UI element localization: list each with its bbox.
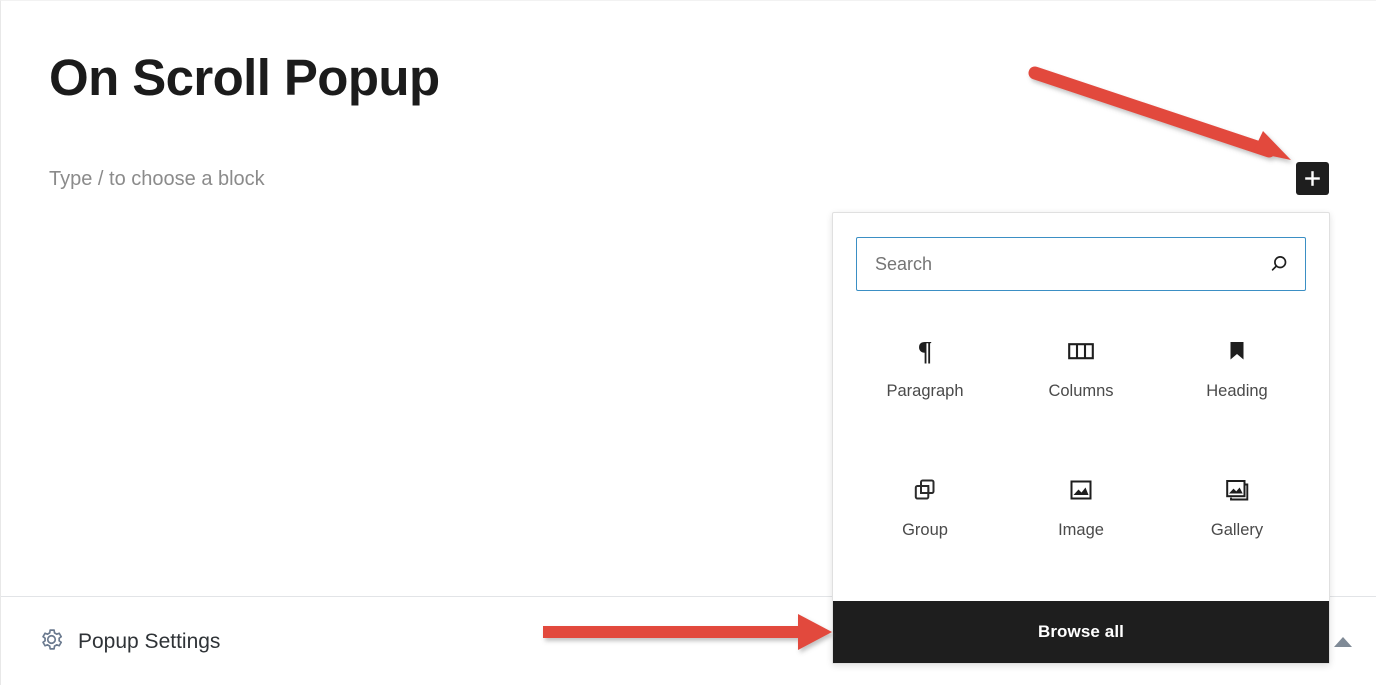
block-item-heading[interactable]: Heading — [1159, 313, 1315, 452]
block-label: Image — [1058, 521, 1104, 539]
plus-icon — [1303, 169, 1322, 188]
search-field[interactable] — [856, 237, 1306, 291]
browse-all-button[interactable]: Browse all — [833, 601, 1329, 663]
block-label: Group — [902, 521, 948, 539]
inserter-search-wrapper — [833, 213, 1329, 307]
page-title[interactable]: On Scroll Popup — [49, 49, 440, 108]
block-item-gallery[interactable]: Gallery — [1159, 452, 1315, 591]
block-label: Gallery — [1210, 521, 1264, 539]
add-block-button[interactable] — [1296, 162, 1329, 195]
block-inserter-popover: ¶ Paragraph Columns — [832, 212, 1330, 664]
caret-up-icon — [1334, 636, 1352, 647]
paragraph-icon: ¶ — [912, 331, 938, 371]
heading-icon — [1224, 331, 1250, 371]
collapse-panel-caret[interactable] — [1332, 631, 1354, 653]
block-item-columns[interactable]: Columns — [1003, 313, 1159, 452]
editor-root: On Scroll Popup Type / to choose a block — [0, 0, 1376, 686]
block-type-grid: ¶ Paragraph Columns Heading Group Image … — [833, 307, 1329, 601]
block-item-image[interactable]: Image — [1003, 452, 1159, 591]
columns-icon — [1067, 331, 1095, 371]
group-icon — [911, 470, 939, 510]
block-item-paragraph[interactable]: ¶ Paragraph — [847, 313, 1003, 452]
empty-block-placeholder[interactable]: Type / to choose a block — [49, 164, 265, 194]
popup-settings-label: Popup Settings — [78, 630, 221, 653]
gallery-icon — [1223, 470, 1251, 510]
block-label: Columns — [1048, 382, 1114, 400]
image-icon — [1067, 470, 1095, 510]
block-label: Heading — [1206, 382, 1268, 400]
popup-settings-button[interactable]: Popup Settings — [39, 627, 220, 657]
svg-text:¶: ¶ — [918, 337, 933, 365]
gear-icon — [39, 627, 64, 657]
block-item-group[interactable]: Group — [847, 452, 1003, 591]
block-label: Paragraph — [886, 382, 964, 400]
search-input[interactable] — [857, 238, 1305, 290]
